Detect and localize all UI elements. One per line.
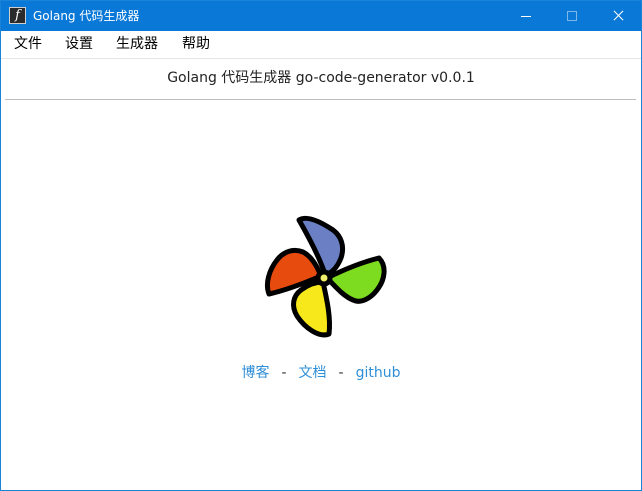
link-separator: - [281, 365, 287, 381]
github-link[interactable]: github [356, 365, 401, 381]
window-title: Golang 代码生成器 [33, 9, 140, 23]
menu-file[interactable]: 文件 [14, 31, 42, 58]
yellow-blade [291, 279, 332, 338]
menu-bar: 文件 设置 生成器 帮助 [1, 31, 641, 59]
title-bar[interactable]: f Golang 代码生成器 [1, 1, 641, 31]
menu-help[interactable]: 帮助 [182, 31, 210, 58]
app-icon[interactable]: f [9, 7, 26, 24]
pinwheel-logo-icon [264, 215, 387, 338]
header-divider [5, 99, 636, 100]
menu-generator[interactable]: 生成器 [116, 31, 158, 58]
docs-link[interactable]: 文档 [299, 365, 327, 381]
link-separator: - [338, 365, 344, 381]
blog-link[interactable]: 博客 [241, 365, 269, 381]
footer-links: 博客 - 文档 - github [0, 361, 642, 385]
close-button[interactable] [595, 1, 641, 31]
page-title: Golang 代码生成器 go-code-generator v0.0.1 [167, 70, 475, 86]
menu-settings[interactable]: 设置 [65, 31, 93, 58]
maximize-button[interactable] [549, 1, 595, 31]
minimize-button[interactable] [503, 1, 549, 31]
pinwheel-center [315, 269, 333, 287]
